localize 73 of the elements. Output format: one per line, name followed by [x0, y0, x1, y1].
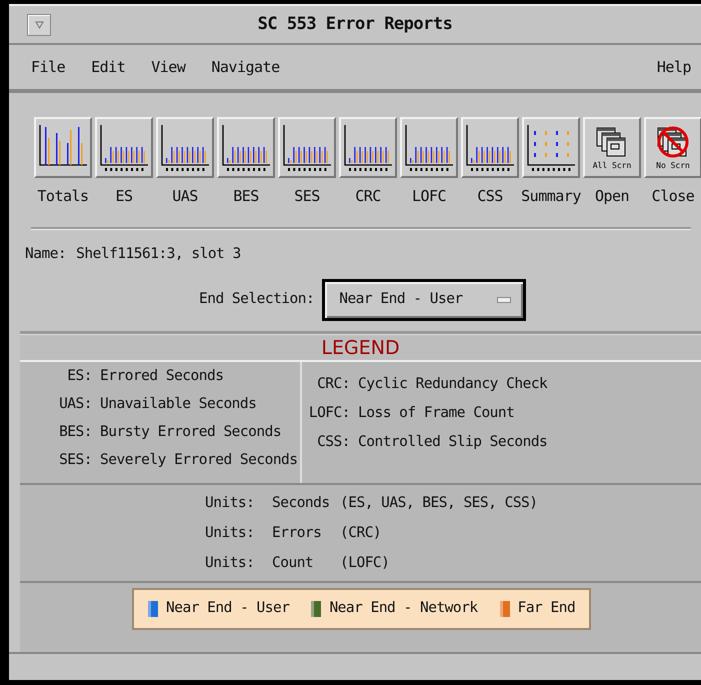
toolbar-label: CRC [355, 186, 381, 207]
toolbar-button[interactable]: All Scrn [583, 117, 641, 178]
legend-definition: Controlled Slip Seconds [358, 432, 548, 452]
icon-caption: All Scrn [592, 162, 632, 170]
legend-definition: Severely Errored Seconds [100, 450, 298, 470]
menu-item[interactable]: View [151, 56, 186, 78]
legend-abbreviation: SES: [58, 450, 92, 470]
name-value: Shelf11561:3, slot 3 [76, 244, 241, 264]
toolbar-button[interactable] [34, 117, 92, 178]
toolbar-button[interactable] [522, 117, 580, 178]
end-selection-dropdown[interactable]: Near End - User [322, 279, 526, 322]
bar-chart-icon [464, 122, 516, 172]
legend-abbreviation: UAS: [58, 395, 92, 414]
toolbar-label: Close [652, 186, 694, 207]
units-label: Units: [205, 524, 256, 543]
name-label: Name: [25, 244, 66, 264]
units-value: Seconds [272, 494, 331, 514]
window-menu-button[interactable] [27, 14, 51, 36]
bar-chart-icon [220, 122, 272, 172]
toolbar-button[interactable] [95, 117, 153, 178]
units-value: Errors [272, 524, 322, 543]
legend-abbreviation: CSS: [316, 432, 350, 452]
toolbar-button[interactable] [156, 117, 214, 178]
bar-chart-icon [281, 122, 333, 172]
toolbar-label: UAS [172, 186, 198, 207]
toolbar-button[interactable]: No Scrn [644, 117, 701, 178]
units-label: Units: [205, 494, 256, 514]
bar-chart-icon [342, 122, 394, 172]
color-key-label: Near End - Network [329, 599, 478, 618]
color-key-label: Near End - User [166, 599, 290, 618]
toolbar-label: Summary [521, 186, 581, 207]
legend-definition: Unavailable Seconds [100, 395, 256, 414]
bar-chart-icon [403, 122, 455, 172]
toolbar-button[interactable] [461, 117, 519, 178]
toolbar-label: ES [115, 186, 133, 207]
legend-abbreviation: ES: [66, 367, 92, 386]
units-label: Units: [205, 554, 256, 573]
legend-definition: Loss of Frame Count [358, 404, 514, 423]
down-triangle-icon [34, 20, 44, 28]
toolbar-label: Totals [37, 186, 89, 207]
legend-title: LEGEND [321, 336, 400, 360]
toolbar-button[interactable] [400, 117, 458, 178]
icon-caption: No Scrn [656, 162, 690, 170]
toolbar-button[interactable] [339, 117, 397, 178]
units-scope: (ES, UAS, BES, SES, CSS) [340, 494, 538, 514]
legend-definition: Cyclic Redundancy Check [358, 375, 548, 394]
dropdown-indicator-icon [497, 297, 512, 304]
units-scope: (CRC) [340, 524, 382, 543]
bar-chart-icon [98, 122, 150, 172]
toolbar-label: LOFC [412, 186, 446, 207]
legend-abbreviation: BES: [58, 422, 92, 442]
menu-item[interactable]: Edit [91, 56, 126, 78]
no-windows-icon [655, 125, 691, 159]
toolbar-button[interactable] [278, 117, 336, 178]
menu-item[interactable]: Help [656, 56, 691, 78]
legend-definition: Errored Seconds [100, 367, 224, 386]
menu-item[interactable]: Navigate [211, 56, 280, 78]
color-key-label: Far End [518, 599, 576, 618]
toolbar-label: BES [233, 186, 259, 207]
bar-chart-icon [159, 122, 211, 172]
window-title: SC 553 Error Reports [258, 12, 452, 36]
legend-abbreviation: CRC: [316, 375, 350, 394]
units-value: Count [272, 554, 314, 573]
toolbar-label: CSS [477, 186, 503, 207]
end-selection-label: End Selection: [199, 290, 314, 310]
toolbar-label: SES [294, 186, 320, 207]
summary-grid-icon [525, 122, 577, 172]
menu-item[interactable]: File [31, 56, 66, 78]
toolbar-label: Open [594, 186, 630, 207]
units-scope: (LOFC) [340, 554, 390, 573]
toolbar-button[interactable] [217, 117, 275, 178]
legend-definition: Bursty Errored Seconds [100, 422, 282, 442]
legend-abbreviation: LOFC: [308, 404, 350, 423]
